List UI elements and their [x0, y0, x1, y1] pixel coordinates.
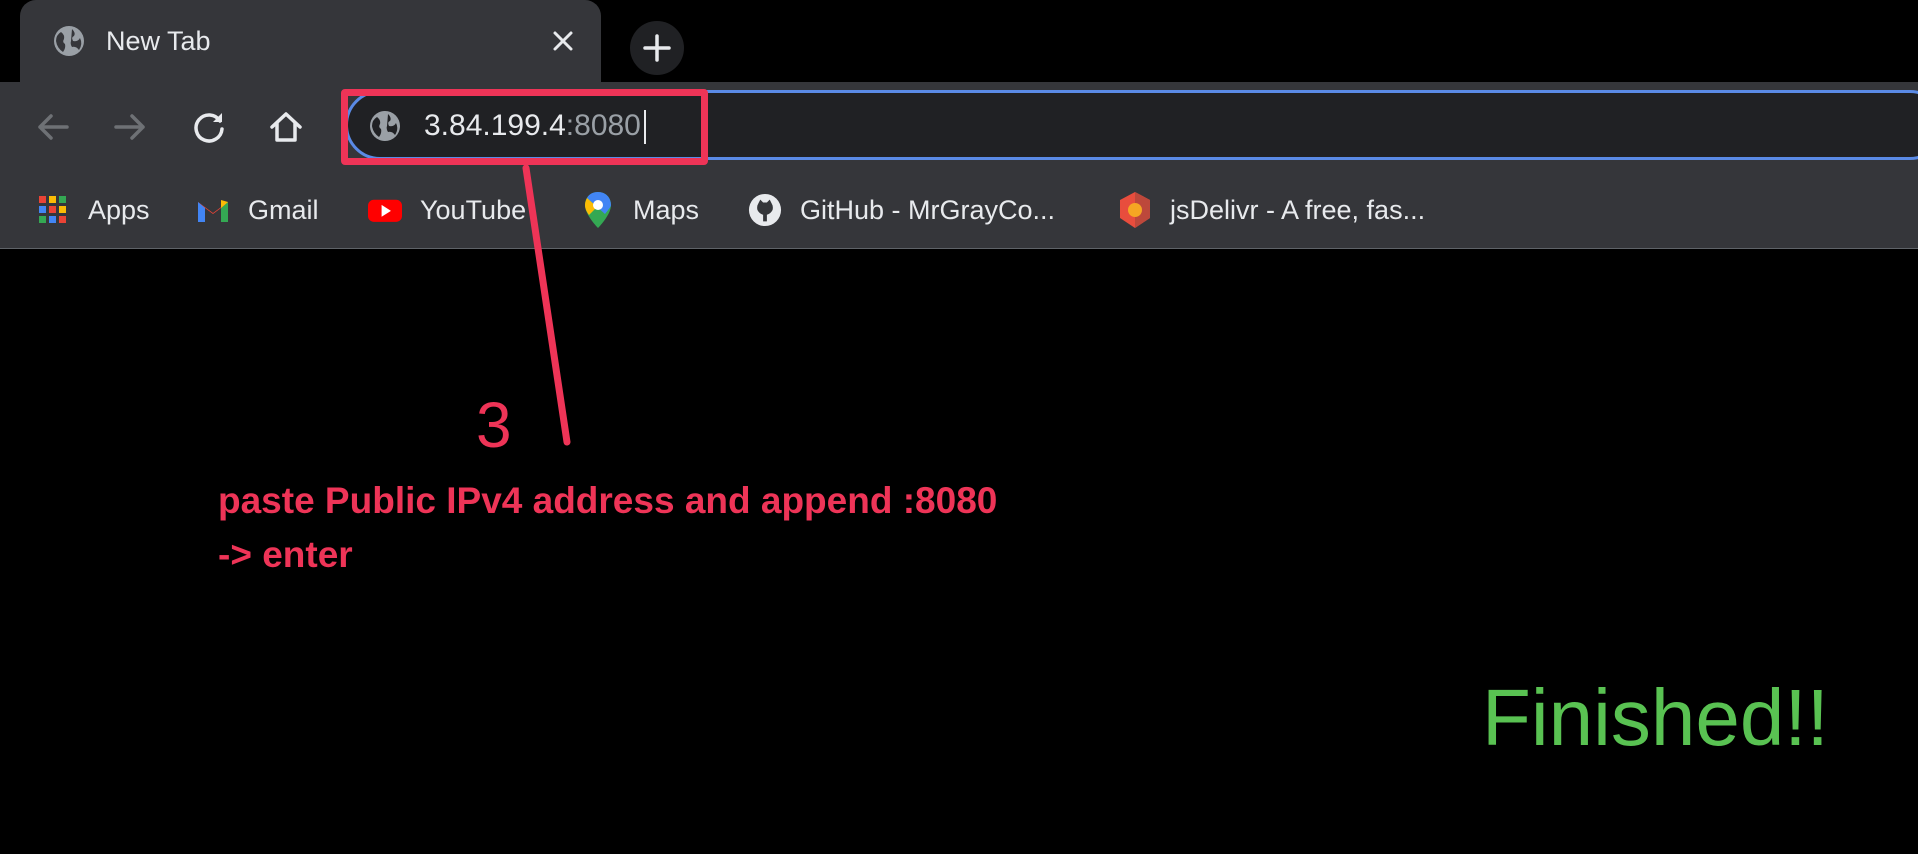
bookmark-youtube[interactable]: YouTube	[368, 190, 526, 230]
forward-arrow-icon	[114, 114, 145, 140]
bookmark-label: Maps	[633, 194, 700, 225]
browser-toolbar: 3.84.199.4:8080	[0, 82, 1918, 172]
bookmarks-bar: Apps Gmail YouTube Maps GitHub - MrGrayC…	[0, 172, 1918, 249]
back-arrow-icon	[38, 114, 69, 140]
github-icon	[748, 193, 782, 227]
step-number: 3	[476, 389, 512, 461]
bookmark-maps[interactable]: Maps	[581, 190, 699, 230]
tab-new-tab[interactable]: New Tab	[20, 0, 601, 82]
bookmark-label: YouTube	[420, 194, 527, 225]
tab-title: New Tab	[106, 26, 211, 56]
home-button[interactable]	[263, 104, 309, 150]
instruction-line-2: -> enter	[218, 534, 353, 575]
finished-label: Finished!!	[1482, 673, 1829, 762]
jsdelivr-icon	[1118, 192, 1152, 228]
globe-icon	[54, 26, 84, 56]
bookmark-label: jsDelivr - A free, fas...	[1170, 194, 1426, 225]
apps-grid-icon	[36, 193, 70, 227]
close-icon	[553, 31, 573, 51]
maps-pin-icon	[581, 192, 615, 228]
youtube-icon	[368, 193, 402, 227]
back-button[interactable]	[30, 104, 76, 150]
bookmark-gmail[interactable]: Gmail	[196, 190, 319, 230]
bookmark-jsdelivr[interactable]: jsDelivr - A free, fas...	[1118, 190, 1425, 230]
bookmark-label: Gmail	[248, 194, 319, 225]
instruction-text: paste Public IPv4 address and append :80…	[218, 474, 997, 582]
forward-button[interactable]	[107, 104, 153, 150]
new-tab-button[interactable]	[630, 21, 684, 75]
plus-icon	[643, 34, 671, 62]
gmail-icon	[196, 193, 230, 227]
reload-button[interactable]	[186, 104, 232, 150]
bookmark-label: GitHub - MrGrayCo...	[800, 194, 1056, 225]
highlight-box	[341, 89, 708, 165]
reload-icon	[194, 113, 224, 143]
instruction-line-1: paste Public IPv4 address and append :80…	[218, 480, 998, 521]
bookmark-label: Apps	[88, 194, 150, 225]
home-icon	[270, 112, 302, 142]
bookmark-apps[interactable]: Apps	[36, 190, 150, 230]
tab-close-button[interactable]	[544, 22, 582, 60]
bookmark-github[interactable]: GitHub - MrGrayCo...	[748, 190, 1055, 230]
tab-strip: New Tab	[0, 0, 1918, 82]
